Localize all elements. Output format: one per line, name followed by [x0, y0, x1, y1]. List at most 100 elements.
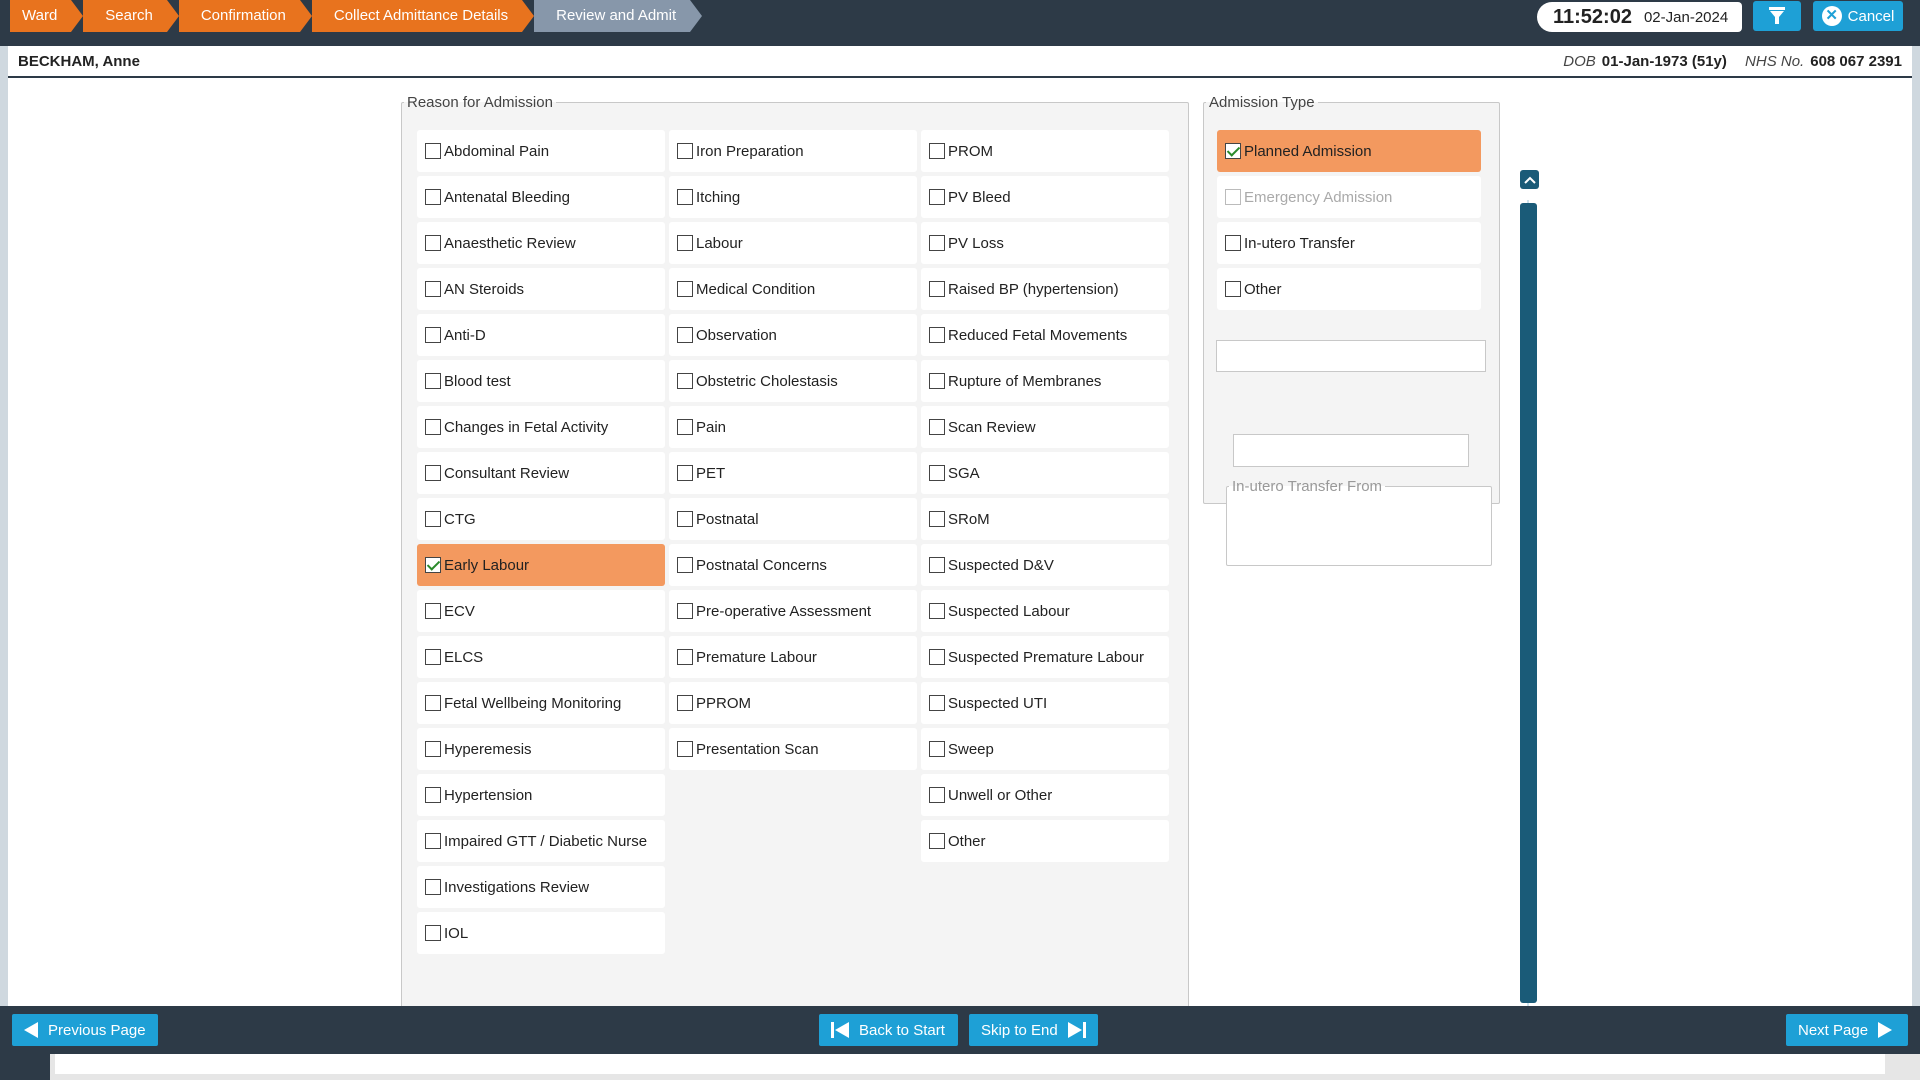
reason-option-prom[interactable]: PROM	[921, 130, 1169, 172]
checkbox[interactable]	[929, 741, 945, 757]
breadcrumb-ward[interactable]: Ward	[10, 0, 84, 32]
checkbox[interactable]	[677, 189, 693, 205]
checkbox[interactable]	[425, 649, 441, 665]
back-to-start-button[interactable]: Back to Start	[819, 1014, 958, 1046]
reason-option-pprom[interactable]: PPROM	[669, 682, 917, 724]
checkbox[interactable]	[1225, 143, 1241, 159]
reason-option-raised-bp-hypertension[interactable]: Raised BP (hypertension)	[921, 268, 1169, 310]
checkbox[interactable]	[929, 189, 945, 205]
checkbox[interactable]	[425, 511, 441, 527]
reason-option-early-labour[interactable]: Early Labour	[417, 544, 665, 586]
breadcrumb-search[interactable]: Search	[83, 0, 179, 32]
reason-option-ctg[interactable]: CTG	[417, 498, 665, 540]
checkbox[interactable]	[929, 787, 945, 803]
reason-option-pv-loss[interactable]: PV Loss	[921, 222, 1169, 264]
checkbox[interactable]	[677, 373, 693, 389]
checkbox[interactable]	[929, 235, 945, 251]
reason-option-sweep[interactable]: Sweep	[921, 728, 1169, 770]
scroll-thumb[interactable]	[1520, 203, 1537, 1003]
checkbox[interactable]	[425, 373, 441, 389]
checkbox[interactable]	[425, 695, 441, 711]
checkbox[interactable]	[425, 419, 441, 435]
checkbox[interactable]	[677, 741, 693, 757]
checkbox[interactable]	[677, 143, 693, 159]
reason-option-labour[interactable]: Labour	[669, 222, 917, 264]
reason-option-presentation-scan[interactable]: Presentation Scan	[669, 728, 917, 770]
reason-option-unwell-or-other[interactable]: Unwell or Other	[921, 774, 1169, 816]
cancel-button[interactable]: ✕ Cancel	[1813, 1, 1903, 31]
reason-option-suspected-labour[interactable]: Suspected Labour	[921, 590, 1169, 632]
reason-option-sga[interactable]: SGA	[921, 452, 1169, 494]
reason-option-hyperemesis[interactable]: Hyperemesis	[417, 728, 665, 770]
admission-other-input[interactable]	[1216, 340, 1486, 372]
reason-option-hypertension[interactable]: Hypertension	[417, 774, 665, 816]
reason-option-an-steroids[interactable]: AN Steroids	[417, 268, 665, 310]
checkbox[interactable]	[929, 557, 945, 573]
reason-option-observation[interactable]: Observation	[669, 314, 917, 356]
checkbox[interactable]	[929, 373, 945, 389]
checkbox[interactable]	[677, 327, 693, 343]
reason-option-blood-test[interactable]: Blood test	[417, 360, 665, 402]
reason-option-consultant-review[interactable]: Consultant Review	[417, 452, 665, 494]
reason-option-medical-condition[interactable]: Medical Condition	[669, 268, 917, 310]
checkbox[interactable]	[677, 235, 693, 251]
checkbox[interactable]	[425, 879, 441, 895]
filter-button[interactable]	[1753, 1, 1801, 31]
reason-option-fetal-wellbeing-monitoring[interactable]: Fetal Wellbeing Monitoring	[417, 682, 665, 724]
admission-type-planned-admission[interactable]: Planned Admission	[1217, 130, 1481, 172]
checkbox[interactable]	[425, 281, 441, 297]
reason-option-suspected-d-v[interactable]: Suspected D&V	[921, 544, 1169, 586]
reason-option-iron-preparation[interactable]: Iron Preparation	[669, 130, 917, 172]
reason-option-rupture-of-membranes[interactable]: Rupture of Membranes	[921, 360, 1169, 402]
checkbox[interactable]	[929, 143, 945, 159]
reason-option-impaired-gtt-diabetic-nurse[interactable]: Impaired GTT / Diabetic Nurse	[417, 820, 665, 862]
reason-option-postnatal[interactable]: Postnatal	[669, 498, 917, 540]
checkbox[interactable]	[677, 465, 693, 481]
reason-option-pain[interactable]: Pain	[669, 406, 917, 448]
reason-option-suspected-premature-labour[interactable]: Suspected Premature Labour	[921, 636, 1169, 678]
checkbox[interactable]	[929, 281, 945, 297]
breadcrumb-collect-admittance-details[interactable]: Collect Admittance Details	[311, 0, 535, 32]
reason-option-changes-in-fetal-activity[interactable]: Changes in Fetal Activity	[417, 406, 665, 448]
checkbox[interactable]	[425, 235, 441, 251]
reason-option-abdominal-pain[interactable]: Abdominal Pain	[417, 130, 665, 172]
checkbox[interactable]	[677, 511, 693, 527]
reason-option-anti-d[interactable]: Anti-D	[417, 314, 665, 356]
reason-option-investigations-review[interactable]: Investigations Review	[417, 866, 665, 908]
reason-option-srom[interactable]: SRoM	[921, 498, 1169, 540]
reason-option-postnatal-concerns[interactable]: Postnatal Concerns	[669, 544, 917, 586]
checkbox[interactable]	[425, 603, 441, 619]
breadcrumb-confirmation[interactable]: Confirmation	[178, 0, 312, 32]
admission-type-in-utero-transfer[interactable]: In-utero Transfer	[1217, 222, 1481, 264]
checkbox[interactable]	[929, 603, 945, 619]
checkbox[interactable]	[929, 465, 945, 481]
reason-option-pre-operative-assessment[interactable]: Pre-operative Assessment	[669, 590, 917, 632]
previous-page-button[interactable]: Previous Page	[12, 1014, 158, 1046]
scroll-up-button[interactable]	[1520, 170, 1539, 189]
checkbox[interactable]	[425, 327, 441, 343]
reason-option-reduced-fetal-movements[interactable]: Reduced Fetal Movements	[921, 314, 1169, 356]
reason-option-antenatal-bleeding[interactable]: Antenatal Bleeding	[417, 176, 665, 218]
checkbox[interactable]	[677, 419, 693, 435]
reason-option-itching[interactable]: Itching	[669, 176, 917, 218]
checkbox[interactable]	[929, 833, 945, 849]
checkbox[interactable]	[677, 281, 693, 297]
checkbox[interactable]	[425, 189, 441, 205]
in-utero-transfer-from-input[interactable]	[1233, 434, 1469, 467]
checkbox[interactable]	[929, 327, 945, 343]
checkbox[interactable]	[425, 465, 441, 481]
checkbox[interactable]	[425, 833, 441, 849]
checkbox[interactable]	[929, 695, 945, 711]
checkbox[interactable]	[425, 925, 441, 941]
checkbox[interactable]	[929, 649, 945, 665]
checkbox[interactable]	[425, 787, 441, 803]
reason-option-other[interactable]: Other	[921, 820, 1169, 862]
reason-option-iol[interactable]: IOL	[417, 912, 665, 954]
reason-option-scan-review[interactable]: Scan Review	[921, 406, 1169, 448]
next-page-button[interactable]: Next Page	[1786, 1014, 1908, 1046]
checkbox[interactable]	[1225, 281, 1241, 297]
reason-option-ecv[interactable]: ECV	[417, 590, 665, 632]
checkbox[interactable]	[425, 557, 441, 573]
reason-option-suspected-uti[interactable]: Suspected UTI	[921, 682, 1169, 724]
reason-option-pet[interactable]: PET	[669, 452, 917, 494]
